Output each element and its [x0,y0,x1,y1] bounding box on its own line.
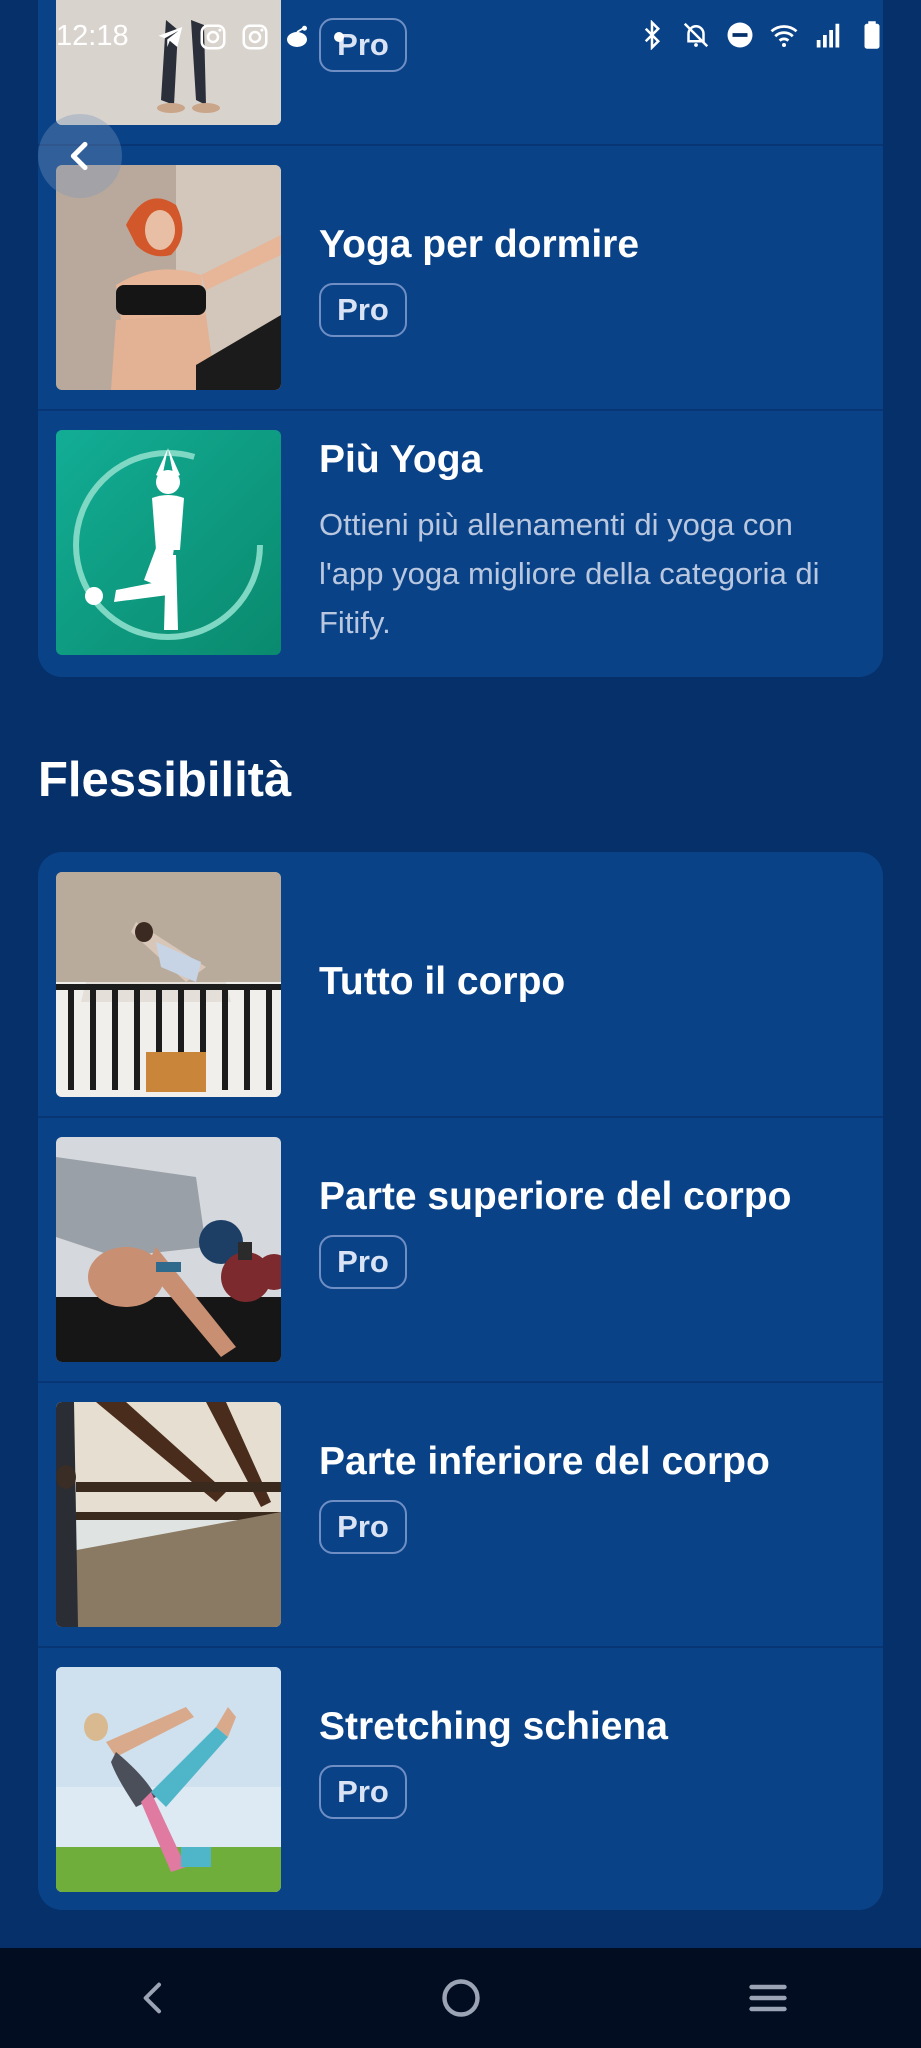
yoga-app-icon [56,430,281,655]
nav-home-button[interactable] [431,1968,491,2028]
chevron-left-icon [143,1982,161,2014]
nav-back-button[interactable] [124,1968,184,2028]
pro-badge: Pro [319,18,407,72]
home-circle-icon [441,1979,480,2017]
list-item-stretching-schiena[interactable]: Stretching schiena Pro [38,1647,883,1910]
section-title: Flessibilità [38,753,292,807]
list-item-piu-yoga[interactable]: Più Yoga Ottieni più allenamenti di yoga… [38,410,883,677]
list-item-yoga-per-dormire[interactable]: Yoga per dormire Pro [38,145,883,411]
chevron-left-icon [70,141,88,171]
pro-badge: Pro [319,1500,407,1554]
workout-title: Parte inferiore del corpo [319,1440,770,1483]
workout-title: Stretching schiena [319,1705,668,1748]
yoga-workout-list: Pro Yoga per dormire Pro Più Yoga Ottien… [38,0,883,677]
workout-thumbnail [56,872,281,1097]
workout-thumbnail [56,1137,281,1362]
workout-title: Tutto il corpo [319,960,566,1003]
system-nav-bar [0,1948,921,2048]
list-item-parte-superiore[interactable]: Parte superiore del corpo Pro [38,1117,883,1383]
workout-description: Ottieni più allenamenti di yoga con l'ap… [319,507,820,640]
list-item-tutto-il-corpo[interactable]: Tutto il corpo [38,852,883,1118]
workout-thumbnail [56,1402,281,1627]
menu-lines-icon [748,1984,787,2012]
nav-recents-button[interactable] [738,1968,798,2028]
workout-thumbnail [56,165,281,390]
list-item-parte-inferiore[interactable]: Parte inferiore del corpo Pro [38,1382,883,1648]
workout-thumbnail [56,1667,281,1892]
back-button[interactable] [38,114,122,198]
workout-title: Più Yoga [319,438,483,481]
pro-badge: Pro [319,283,407,337]
workout-title: Parte superiore del corpo [319,1175,792,1218]
flexibility-workout-list: Tutto il corpo Parte superiore del corpo… [38,852,883,1910]
pro-badge: Pro [319,1765,407,1819]
workout-title: Yoga per dormire [319,223,640,266]
pro-badge: Pro [319,1235,407,1289]
list-item-yoga-top[interactable]: Pro [38,0,883,146]
workout-thumbnail [56,0,281,125]
